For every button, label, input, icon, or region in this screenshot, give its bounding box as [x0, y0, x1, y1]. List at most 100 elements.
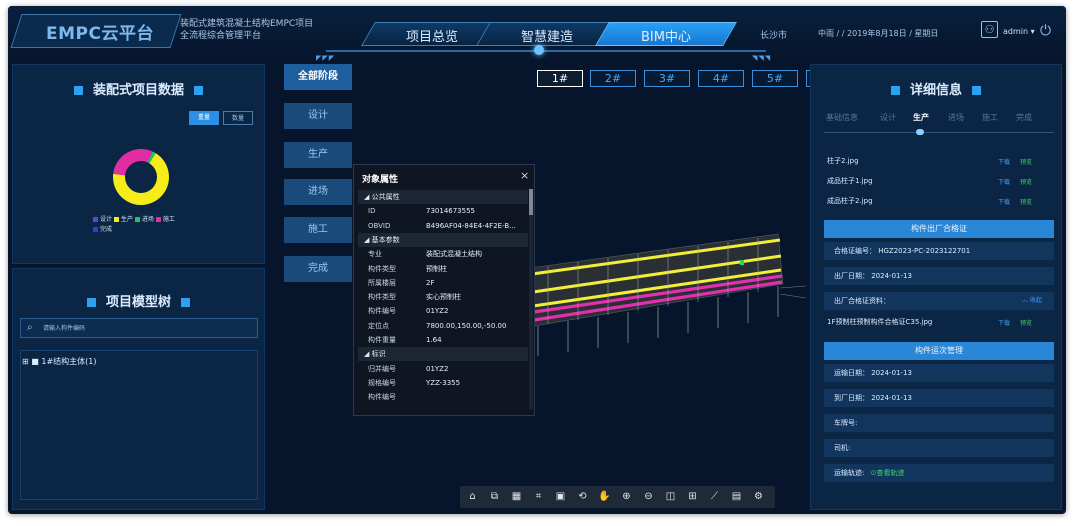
property-key: 构件类型	[368, 293, 396, 302]
tab-bim-center[interactable]: BIM中心	[602, 26, 730, 45]
property-row: 归并编号 01YZ2	[358, 362, 528, 376]
property-key: ID	[368, 207, 376, 216]
transport-section-title: 构件运次管理	[824, 342, 1054, 360]
hand-icon[interactable]: ✋	[597, 489, 612, 505]
tab-production[interactable]: 生产	[913, 112, 929, 123]
property-row: 构件类型 实心预制柱	[358, 290, 528, 304]
measure-icon[interactable]: ⟋	[707, 489, 722, 505]
donut-legend: 设计 生产 进场 施工 完成	[93, 215, 213, 235]
user-menu[interactable]: admin ▾	[1003, 27, 1035, 36]
title-square-icon	[194, 86, 203, 95]
property-value: YZZ-3355	[426, 378, 461, 387]
preview-link[interactable]: 预览	[1020, 177, 1032, 186]
cert-section-title: 构件出厂合格证	[824, 220, 1054, 238]
stage-all[interactable]: 全部阶段	[284, 64, 352, 90]
orbit-icon[interactable]: ⟲	[575, 489, 590, 505]
fit-icon[interactable]: ⌗	[531, 489, 546, 505]
toggle-weight[interactable]: 重量	[189, 111, 219, 125]
power-icon[interactable]: ⏻	[1040, 23, 1051, 39]
view-track-link[interactable]: ⊙查看轨迹	[871, 469, 905, 477]
user-icon[interactable]: ⚇	[981, 21, 998, 38]
home-icon[interactable]: ⌂	[465, 489, 480, 505]
zoom-in-icon[interactable]: ⊕	[619, 489, 634, 505]
building-model[interactable]	[529, 233, 807, 356]
tab-basic-info[interactable]: 基础信息	[826, 112, 858, 123]
property-key: 规格编号	[368, 378, 396, 387]
legend-swatch	[134, 217, 140, 222]
building-tab-2[interactable]: 2#	[590, 70, 636, 87]
tab-entry[interactable]: 进场	[948, 112, 964, 123]
dialog-scroll-thumb[interactable]	[529, 189, 533, 215]
factory-date: 出厂日期： 2024-01-13	[824, 267, 1054, 285]
transport-track-row: 运输轨迹: ⊙查看轨迹	[824, 464, 1054, 482]
bim-model-viewport[interactable]	[508, 216, 808, 366]
zoom-out-icon[interactable]: ⊖	[641, 489, 656, 505]
property-row: 规格编号 YZZ-3355	[358, 376, 528, 390]
preview-link[interactable]: 预览	[1020, 157, 1032, 166]
preview-link[interactable]: 预览	[1020, 318, 1032, 327]
download-link[interactable]: 下载	[998, 177, 1010, 186]
layers-icon[interactable]: ⧉	[487, 489, 502, 505]
building-tab-3[interactable]: 3#	[644, 70, 690, 87]
legend-swatch	[113, 217, 119, 222]
building-tab-4[interactable]: 4#	[698, 70, 744, 87]
building-tab-5[interactable]: 5#	[752, 70, 798, 87]
building-tab-1[interactable]: 1#	[537, 70, 583, 87]
property-value: 1.64	[426, 336, 442, 344]
legend-label: 生产	[120, 216, 133, 223]
download-link[interactable]: 下载	[998, 318, 1010, 327]
legend-item-design: 设计	[93, 216, 112, 223]
app-logo: EMPC云平台	[46, 24, 154, 44]
tree-node-main-structure[interactable]: ⊞ ■ 1#结构主体(1)	[22, 356, 96, 367]
tab-design[interactable]: 设计	[880, 112, 896, 123]
tree-icon[interactable]: ⊞	[685, 489, 700, 505]
grid-icon[interactable]: ▦	[509, 489, 524, 505]
section-icon[interactable]: ◫	[663, 489, 678, 505]
property-section-header: ◢ 公共属性	[358, 190, 528, 204]
title-square-icon	[73, 86, 83, 95]
stage-design[interactable]: 设计	[284, 103, 352, 129]
object-properties-dialog: 对象属性 × ◢ 公共属性 ID 73014673555 OBVID B496AF04-…	[353, 164, 535, 416]
cert-file-name: 1F预制柱预制构件合格证C35.jpg	[827, 318, 933, 326]
property-key: 构件重量	[368, 336, 396, 344]
legend-item-entry: 进场	[134, 216, 154, 223]
stage-production[interactable]: 生产	[284, 142, 352, 168]
driver: 司机:	[824, 439, 1054, 457]
tab-smart-construction[interactable]: 智慧建造	[483, 26, 611, 45]
toggle-count[interactable]: 数量	[223, 111, 253, 125]
file-name: 柱子2.jpg	[827, 157, 859, 165]
top-header: EMPC云平台 装配式建筑混凝土结构EMPC项目 全流程综合管理平台 项目总览 …	[8, 6, 1066, 62]
download-link[interactable]: 下载	[998, 157, 1010, 166]
settings-icon[interactable]: ⚙	[751, 489, 766, 505]
search-input[interactable]	[43, 321, 253, 335]
property-value: 装配式混凝土结构	[426, 250, 482, 259]
property-key: 所属楼层	[368, 278, 396, 287]
stage-complete[interactable]: 完成	[284, 256, 352, 282]
tab-complete[interactable]: 完成	[1016, 112, 1032, 123]
stage-entry[interactable]: 进场	[284, 179, 352, 205]
viewer-toolbar: ⌂ ⧉ ▦ ⌗ ▣ ⟲ ✋ ⊕ ⊖ ◫ ⊞ ⟋ ▤ ⚙	[460, 486, 775, 508]
arrive-date: 到厂日期： 2024-01-13	[824, 389, 1054, 407]
film-icon[interactable]: ▤	[729, 489, 744, 505]
component-search: ⌕	[20, 318, 258, 338]
file-name: 成品柱子1.jpg	[827, 177, 873, 185]
donut-segment	[113, 149, 153, 176]
tab-construction[interactable]: 施工	[982, 112, 998, 123]
legend-swatch	[93, 217, 98, 222]
collapse-toggle[interactable]: ︿ 收起	[1022, 292, 1042, 310]
property-key: 构件编号	[368, 393, 396, 402]
model-tree-title: 项目模型树	[105, 295, 171, 310]
preview-link[interactable]: 预览	[1020, 197, 1032, 206]
track-label: 运输轨迹:	[834, 469, 865, 477]
city-label: 长沙市	[760, 31, 788, 41]
property-row: 构件重量 1.64	[358, 333, 528, 347]
stage-construction[interactable]: 施工	[284, 217, 352, 243]
close-icon[interactable]: ×	[520, 169, 529, 182]
legend-item-construction: 施工	[155, 216, 175, 223]
download-link[interactable]: 下载	[998, 197, 1010, 206]
title-square-icon	[972, 86, 981, 95]
legend-label: 进场	[141, 216, 154, 223]
dialog-scrollbar[interactable]	[529, 189, 533, 409]
title-square-icon	[890, 86, 900, 95]
cube-icon[interactable]: ▣	[553, 489, 568, 505]
